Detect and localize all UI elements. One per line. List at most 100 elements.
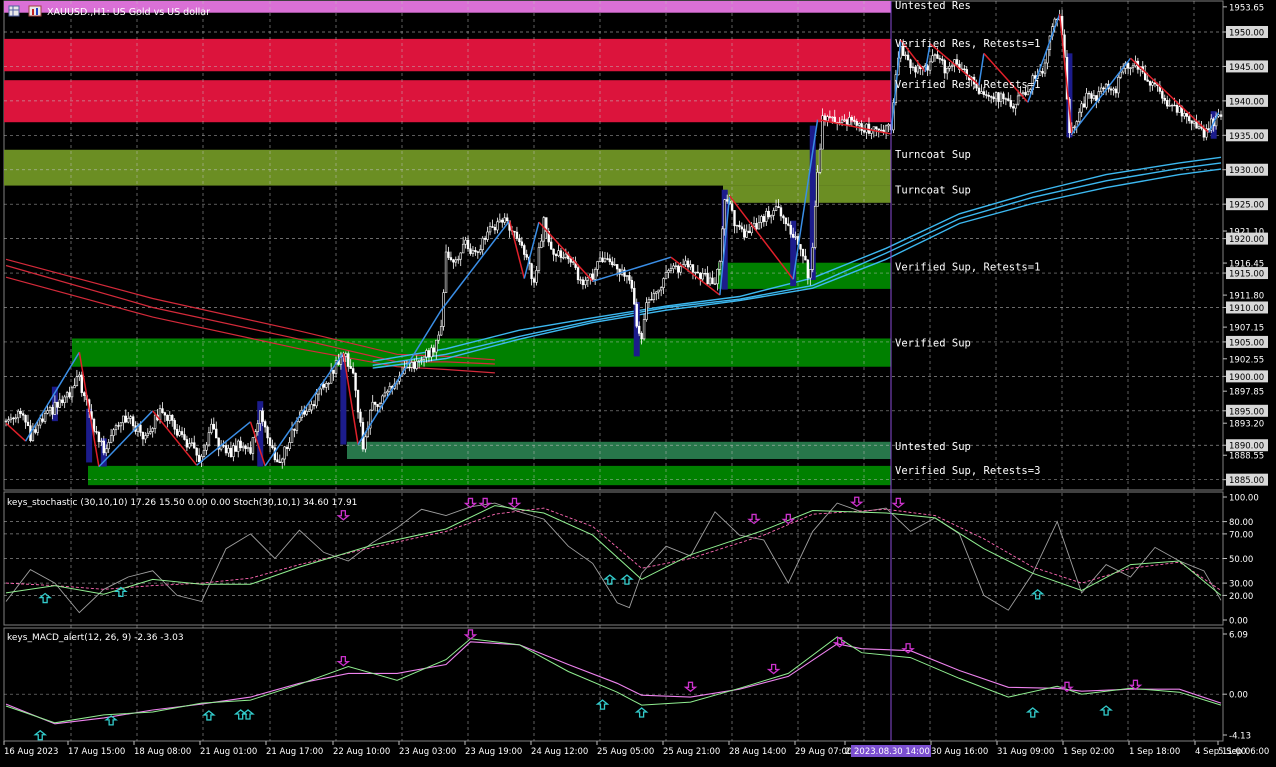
stoch-tick: 100.00 [1229, 494, 1259, 504]
zone-label: Turncoat Sup [895, 149, 971, 161]
candle [241, 445, 245, 449]
candle [312, 404, 316, 407]
macd-tick: 6.09 [1229, 631, 1248, 641]
candle [931, 55, 934, 63]
candle [285, 446, 289, 449]
candle [1082, 103, 1086, 108]
candle [498, 219, 502, 223]
candle [601, 257, 604, 263]
candle [210, 423, 213, 433]
candle [833, 116, 836, 123]
candle [12, 417, 15, 420]
candle [246, 447, 250, 450]
time-tick: 21 Aug 17:00 [266, 747, 323, 757]
candle [439, 326, 443, 336]
candle [843, 119, 846, 121]
candle [202, 449, 206, 457]
candle [1095, 95, 1098, 102]
candle [708, 277, 712, 285]
candle [505, 217, 509, 222]
candle [315, 393, 318, 407]
candle [1185, 113, 1188, 117]
candle [992, 96, 995, 100]
candle [630, 279, 634, 289]
candle [466, 239, 470, 250]
candle [149, 431, 152, 434]
zone-label: Verified Res, Retests=1 [895, 38, 1040, 50]
candle [180, 431, 184, 435]
candle [787, 223, 790, 226]
candle [872, 126, 876, 131]
candle [415, 360, 418, 369]
candle [1119, 71, 1122, 78]
candle [1014, 103, 1017, 109]
candle [625, 275, 629, 277]
candle [1178, 106, 1181, 113]
candle [1166, 100, 1169, 107]
candle [730, 203, 734, 211]
candle [686, 260, 690, 268]
candle [75, 376, 79, 386]
candle [650, 299, 653, 301]
candle [163, 412, 167, 416]
candle [408, 366, 411, 369]
candle [642, 319, 646, 340]
candle [430, 347, 433, 358]
candle [1002, 93, 1005, 100]
candle [276, 459, 279, 463]
candle [78, 374, 81, 378]
candle [92, 418, 96, 432]
candle [17, 410, 20, 419]
candle [613, 264, 616, 266]
candle [733, 210, 736, 227]
candle [782, 215, 785, 219]
candle [153, 414, 157, 429]
candle [691, 264, 695, 273]
candle [1021, 92, 1025, 94]
price-tick: 1940.00 [1229, 97, 1264, 107]
price-tick: 1910.00 [1229, 304, 1264, 314]
candle [1041, 71, 1044, 74]
candle [359, 411, 362, 423]
candle [207, 432, 211, 446]
candle [904, 54, 907, 57]
candle [496, 221, 499, 231]
candle [943, 60, 946, 74]
candle [53, 401, 57, 415]
candle [559, 250, 563, 258]
stoch-tick: 30.00 [1229, 580, 1253, 590]
time-tick: 28 Aug 14:00 [729, 747, 786, 757]
candle [1146, 79, 1149, 82]
candle [515, 231, 519, 239]
time-tick: 23 Aug 19:00 [465, 747, 522, 757]
price-tick: 1900.00 [1229, 373, 1264, 383]
candle [34, 429, 37, 433]
candle [493, 227, 497, 231]
candle [119, 422, 123, 427]
candle [239, 440, 242, 449]
chart-canvas[interactable]: Untested Res Verified Res, Retests=1 Verif… [0, 0, 1276, 763]
zone-label: Verified Sup, Retests=1 [895, 262, 1040, 274]
candle [427, 350, 431, 358]
candle [1092, 95, 1096, 99]
macd-label: keys_MACD_alert(12, 26, 9) -2.36 -3.03 [7, 633, 184, 643]
candle [652, 293, 656, 300]
candle [1009, 100, 1012, 107]
candle [518, 238, 521, 243]
zone-label: Untested Sup [895, 441, 971, 453]
candle [801, 248, 805, 257]
candle [39, 418, 42, 426]
price-tick: 1950.00 [1229, 28, 1264, 38]
candle [322, 383, 326, 388]
candle [779, 207, 783, 217]
candle [936, 54, 939, 59]
candle [383, 392, 387, 397]
candle [381, 395, 384, 404]
price-tick: 1935.00 [1229, 132, 1264, 142]
candle [97, 431, 101, 443]
candle [933, 54, 937, 56]
candle [386, 391, 389, 394]
candle [364, 436, 367, 450]
candle [19, 410, 22, 414]
time-tick: 24 Aug 12:00 [531, 747, 588, 757]
